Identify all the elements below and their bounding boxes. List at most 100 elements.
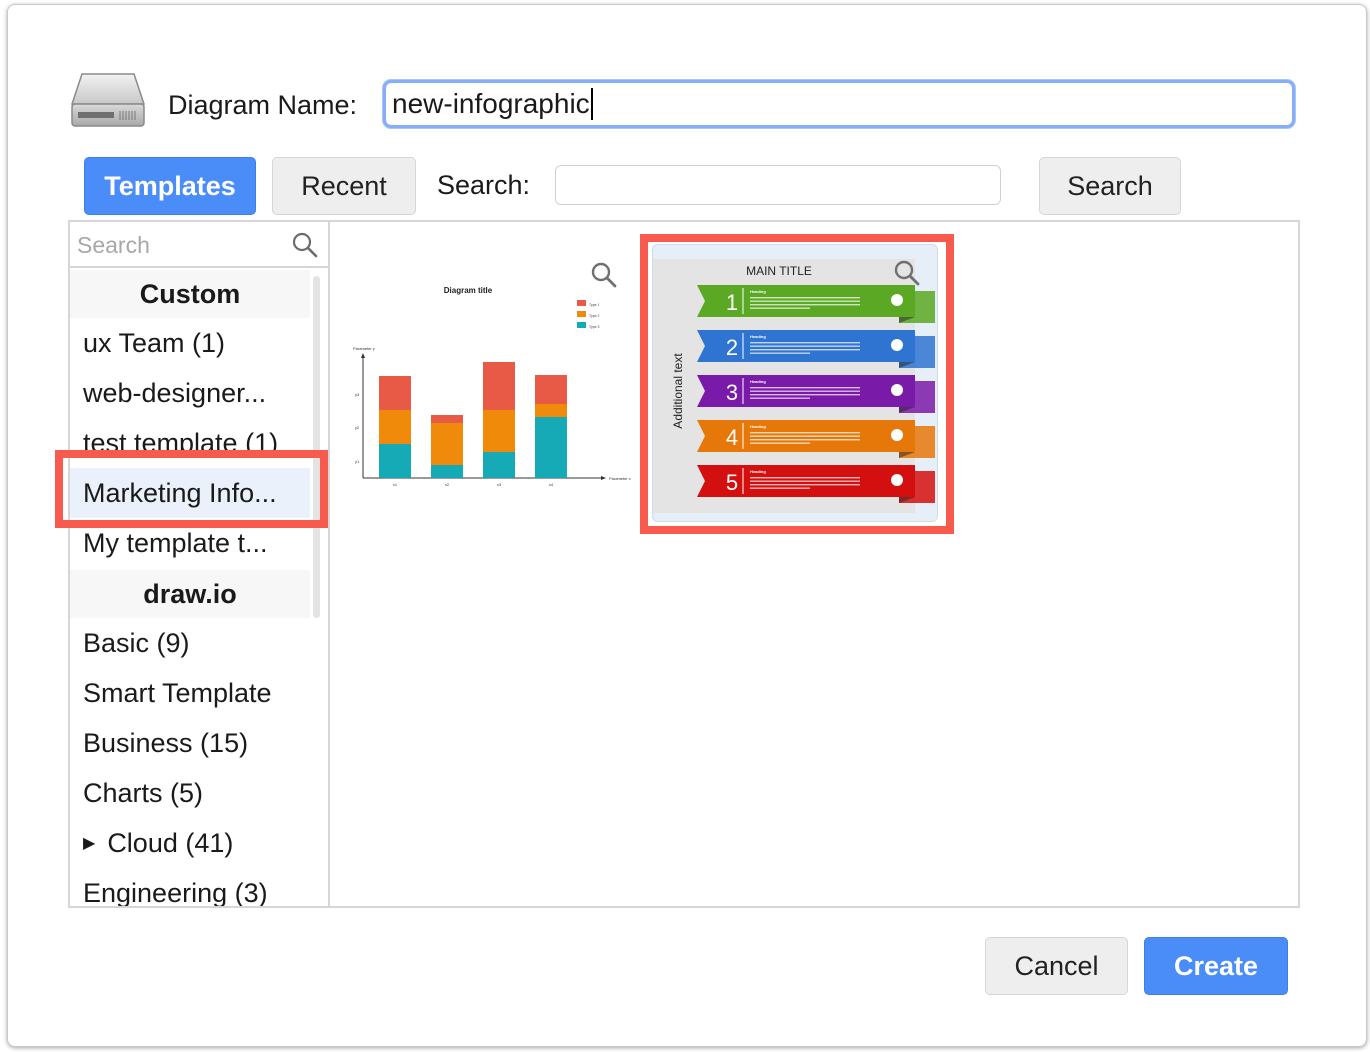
category-item[interactable]: web-designer... (70, 368, 310, 418)
diagram-name-input[interactable]: new-infographic (383, 80, 1295, 128)
ribbon-text-line (750, 300, 860, 302)
thumb-legend: Type 1 Type 2 Type 3 (577, 300, 600, 329)
tab-templates[interactable]: Templates (84, 157, 256, 215)
thumb-bar-segment (535, 375, 567, 404)
thumb-ylabel: Parameter y (353, 346, 375, 351)
ribbon-text-line (750, 304, 860, 306)
ribbon-number: 5 (726, 470, 738, 495)
ribbon-text-line (750, 307, 810, 309)
thumb-ytick: y2 (355, 425, 360, 430)
category-item[interactable]: Smart Template (70, 668, 310, 718)
template-thumbnail-bar-chart[interactable]: Diagram title Type 1 Type 2 Type 3 Param… (345, 258, 637, 490)
badge-check-icon (891, 384, 903, 396)
thumb-xtick: x3 (497, 482, 502, 487)
ribbon-heading: Heading (750, 289, 766, 294)
create-button[interactable]: Create (1144, 937, 1288, 995)
thumb-chart-title: Diagram title (444, 286, 493, 295)
thumb-ytick: y3 (355, 392, 360, 397)
text-caret (590, 88, 593, 120)
category-item[interactable]: ux Team (1) (70, 318, 310, 368)
thumb-bar-segment (431, 423, 463, 465)
ribbon-text-line (750, 394, 860, 396)
ribbon-heading: Heading (750, 334, 766, 339)
ribbon-text-line (750, 397, 810, 399)
thumb-xlabel: Parameter x (609, 476, 631, 481)
search-button[interactable]: Search (1039, 157, 1181, 215)
thumb-ytick: y1 (355, 459, 360, 464)
ribbon-number: 1 (726, 290, 738, 315)
zoom-preview-icon[interactable] (590, 261, 618, 289)
category-list: Custom ux Team (1) web-designer... test … (70, 268, 310, 906)
thumb-xtick: x2 (445, 482, 450, 487)
ribbon-heading: Heading (750, 469, 766, 474)
ribbon-heading: Heading (750, 424, 766, 429)
zoom-preview-icon[interactable] (893, 259, 921, 287)
category-item[interactable]: Basic (9) (70, 618, 310, 668)
ribbon-text-line (750, 387, 860, 389)
expand-arrow-icon[interactable]: ▶ (83, 833, 95, 853)
diagram-name-value: new-infographic (392, 88, 590, 119)
thumb-x-arrow (601, 476, 606, 480)
category-item-label: Cloud (41) (107, 827, 234, 858)
category-item[interactable]: test template (1) (70, 418, 310, 468)
thumb-bar-segment (379, 376, 411, 410)
ribbon-text-line (750, 480, 860, 482)
tab-recent[interactable]: Recent (272, 157, 416, 215)
award-icon (891, 339, 903, 351)
ribbon-heading: Heading (750, 379, 766, 384)
category-item[interactable]: Business (15) (70, 718, 310, 768)
legend-swatch-type1 (577, 300, 586, 306)
search-label: Search: (437, 170, 531, 200)
ribbon-text-line (750, 297, 860, 299)
cancel-button[interactable]: Cancel (985, 937, 1128, 995)
diagram-name-label: Diagram Name: (168, 90, 358, 120)
legend-swatch-type2 (577, 311, 586, 317)
ribbon-text-line (750, 345, 860, 347)
ribbon-text-line (750, 484, 860, 486)
ribbon-text-line (750, 439, 860, 441)
category-search-placeholder: Search (77, 232, 150, 258)
category-item[interactable]: My template t... (70, 518, 310, 568)
thumb-bar-segment (483, 452, 515, 478)
thumb-bar-segment (483, 410, 515, 452)
ribbon-text-line (750, 487, 810, 489)
infographic-title: MAIN TITLE (746, 264, 812, 278)
thumb-bars (379, 362, 567, 478)
building-icon (891, 474, 903, 486)
people-icon (891, 294, 903, 306)
tools-icon (891, 429, 903, 441)
thumb-bar-segment (379, 444, 411, 478)
thumb-bar-segment (431, 465, 463, 478)
ribbon-number: 3 (726, 380, 738, 405)
thumb-bar-segment (535, 417, 567, 478)
ribbon-text-line (750, 435, 860, 437)
infographic-side-text: Additional text (671, 353, 685, 429)
thumb-bar-segment (535, 404, 567, 417)
category-item[interactable]: Engineering (3) (70, 868, 310, 907)
legend-label: Type 1 (589, 303, 600, 307)
sidebar-scrollbar[interactable] (313, 276, 320, 618)
ribbon-number: 4 (726, 425, 738, 450)
ribbon-text-line (750, 390, 860, 392)
hard-drive-icon (70, 73, 146, 127)
legend-label: Type 2 (589, 314, 600, 318)
category-item-cloud[interactable]: ▶ Cloud (41) (70, 818, 310, 868)
category-sidebar: Search Custom ux Team (1) web-designer..… (70, 222, 330, 906)
ribbon-text-line (750, 349, 860, 351)
thumb-bar-segment (379, 410, 411, 444)
ribbon-text-line (750, 342, 860, 344)
legend-swatch-type3 (577, 322, 586, 328)
category-item-selected[interactable]: Marketing Info... (70, 468, 310, 518)
ribbon-text-line (750, 352, 810, 354)
ribbon-text-line (750, 442, 810, 444)
search-input[interactable] (555, 165, 1001, 205)
ribbon-number: 2 (726, 335, 738, 360)
thumb-bar-segment (483, 362, 515, 410)
category-item[interactable]: Charts (5) (70, 768, 310, 818)
section-header-custom: Custom (70, 270, 310, 318)
thumb-xtick: x1 (393, 482, 398, 487)
thumb-xtick: x4 (549, 482, 554, 487)
section-header-drawio: draw.io (70, 570, 310, 618)
search-icon[interactable] (292, 232, 318, 258)
category-search-input[interactable]: Search (70, 222, 328, 268)
